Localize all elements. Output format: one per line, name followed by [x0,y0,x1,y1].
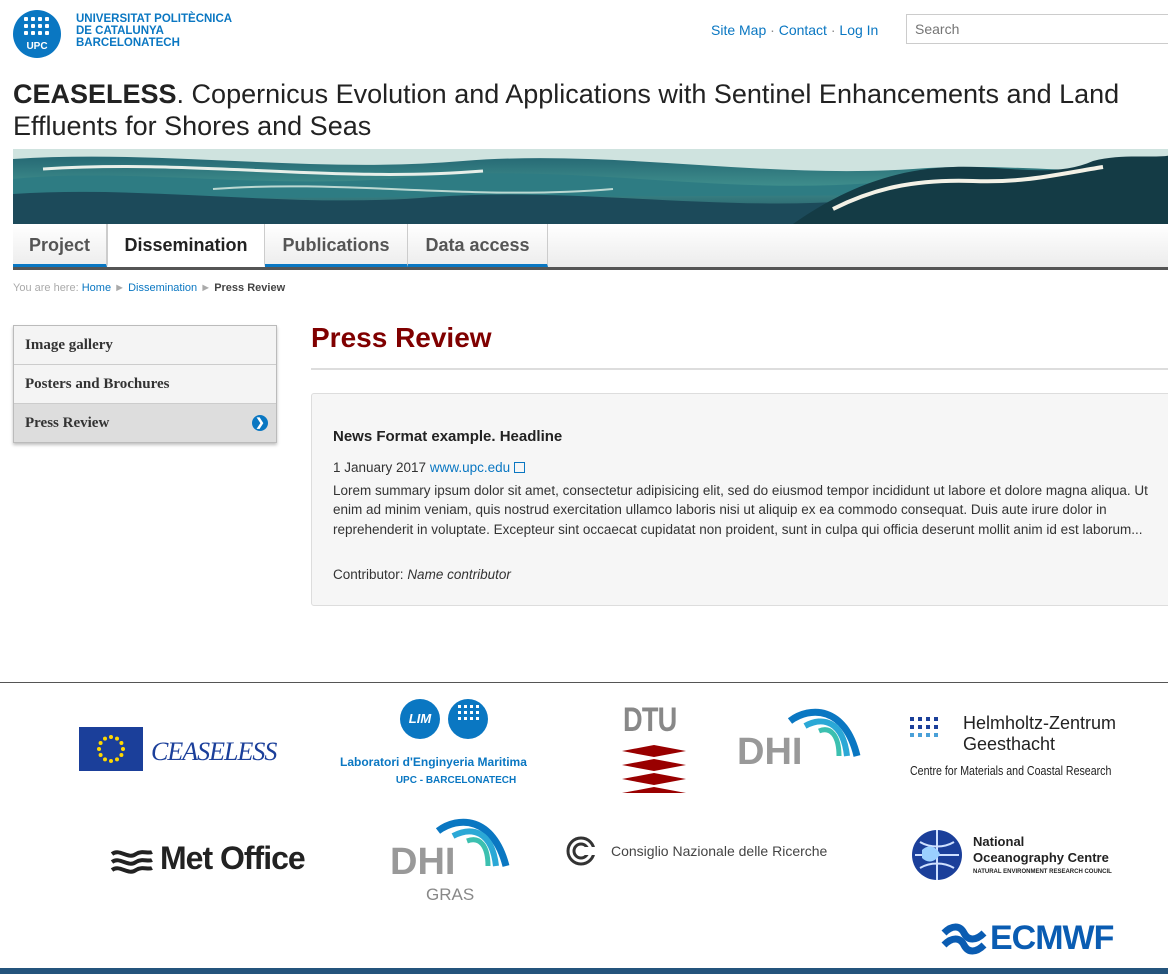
noc-logo[interactable]: National Oceanography Centre NATURAL ENV… [910,828,1165,888]
dhi-gras-wordmark: DHI [390,841,456,883]
cnr-name: Consiglio Nazionale delle Ricerche [611,843,828,859]
chevron-right-icon: ❯ [252,415,268,431]
tab-project[interactable]: Project [13,224,107,267]
breadcrumb-separator: ► [200,282,212,294]
page-heading: Press Review [311,322,492,353]
heading-divider [311,368,1168,370]
breadcrumb-dissemination-link[interactable]: Dissemination [128,282,197,294]
hzg-logo[interactable]: Helmholtz-Zentrum Geesthacht Centre for … [910,713,1155,783]
lim-logo[interactable]: LIM Laboratori d'Enginyeria Maritima UPC… [336,697,576,793]
tab-data-access[interactable]: Data access [408,224,548,267]
dtu-wordmark: DTU [623,701,677,739]
cnr-mark-icon [566,836,597,866]
noc-name-line2: Oceanography Centre [973,850,1109,865]
project-full-name: . Copernicus Evolution and Applications … [13,79,1120,141]
ecmwf-mark-icon [941,923,987,955]
university-name-line2: DE CATALUNYA [76,25,164,37]
sidebar-item-posters-and-brochures[interactable]: Posters and Brochures [14,365,276,404]
met-office-waves-icon [110,850,153,874]
hzg-dots-icon [910,717,938,737]
main-navigation: Project Dissemination Publications Data … [13,224,1168,270]
footer-bar [0,968,1168,974]
top-links: Site Map · Contact · Log In [711,22,878,38]
news-item: News Format example. Headline 1 January … [311,393,1168,606]
project-acronym: CEASELESS [13,79,177,109]
wave-banner [13,149,1168,224]
sidebar-item-image-gallery[interactable]: Image gallery [14,326,276,365]
eu-flag-icon [79,727,143,771]
news-meta: 1 January 2017 www.upc.edu [333,460,526,475]
noc-globe-icon [912,830,962,880]
top-bar: UPC UNIVERSITAT POLITÈCNICA DE CATALUNYA… [0,0,1168,62]
ecmwf-wordmark: ECMWF [990,919,1114,957]
news-source-link[interactable]: www.upc.edu [430,460,510,475]
hzg-name-line1: Helmholtz-Zentrum [963,713,1117,733]
upc-logo-text: UPC [26,41,48,52]
dhi-wordmark: DHI [737,731,803,773]
news-headline[interactable]: News Format example. Headline [333,428,562,445]
breadcrumb: You are here: Home ► Dissemination ► Pre… [13,282,285,294]
search-input[interactable] [906,14,1168,44]
login-link[interactable]: Log In [839,22,878,38]
news-summary: Lorem summary ipsum dolor sit amet, cons… [333,483,1148,537]
contributor-label: Contributor: [333,567,404,582]
breadcrumb-separator: ► [114,282,126,294]
upc-badge-icon [448,699,488,739]
university-name[interactable]: UNIVERSITAT POLITÈCNICA DE CATALUNYA BAR… [76,13,232,49]
news-date: 1 January 2017 [333,460,427,475]
news-contributor: Contributor: Name contributor [333,567,511,582]
ecmwf-logo[interactable]: ECMWF [940,919,1155,961]
site-map-link[interactable]: Site Map [711,22,766,38]
upc-logo[interactable]: UPC [13,10,61,58]
noc-name-line1: National [973,834,1025,849]
dhi-logo[interactable]: DHI [735,701,865,776]
lim-name: Laboratori d'Enginyeria Maritima [340,755,527,769]
external-link-icon[interactable] [514,462,526,473]
sidebar-item-press-review[interactable]: Press Review ❯ [14,404,276,442]
cnr-logo[interactable]: Consiglio Nazionale delle Ricerche [565,833,865,873]
met-office-logo[interactable]: Met Office [110,840,335,884]
contact-link[interactable]: Contact [779,22,827,38]
tab-publications[interactable]: Publications [265,224,408,267]
sidebar-menu: Image gallery Posters and Brochures Pres… [13,325,277,443]
university-name-line1: UNIVERSITAT POLITÈCNICA [76,13,233,25]
ceaseless-logo[interactable]: CEASELESS [79,727,289,772]
breadcrumb-current: Press Review [214,282,286,294]
met-office-wordmark: Met Office [160,840,306,876]
contributor-name: Name contributor [407,567,511,582]
page-title: CEASELESS. Copernicus Evolution and Appl… [13,78,1168,142]
hzg-subtitle: Centre for Materials and Coastal Researc… [910,764,1112,778]
breadcrumb-prefix: You are here: [13,282,79,294]
dtu-logo[interactable]: DTU [620,701,690,801]
lim-badge-icon: LIM [400,699,440,739]
upc-dots-icon [24,17,49,35]
sidebar-item-label: Press Review [25,415,110,431]
hzg-name-line2: Geesthacht [963,734,1056,754]
ceaseless-wordmark: CEASELESS [151,737,277,766]
noc-subtitle: NATURAL ENVIRONMENT RESEARCH COUNCIL [973,869,1112,875]
tab-dissemination[interactable]: Dissemination [107,224,265,267]
breadcrumb-home-link[interactable]: Home [82,282,111,294]
university-name-line3: BARCELONATECH [76,37,180,49]
lim-subtitle: UPC - BARCELONATECH [395,775,517,786]
link-separator: · [770,22,779,38]
partner-logos: CEASELESS LIM Laboratori d'Enginyeria Ma… [0,683,1168,968]
dtu-mark-icon [622,745,686,793]
dhi-gras-subtitle: GRAS [426,885,475,904]
dhi-gras-logo[interactable]: DHI GRAS [388,811,518,911]
